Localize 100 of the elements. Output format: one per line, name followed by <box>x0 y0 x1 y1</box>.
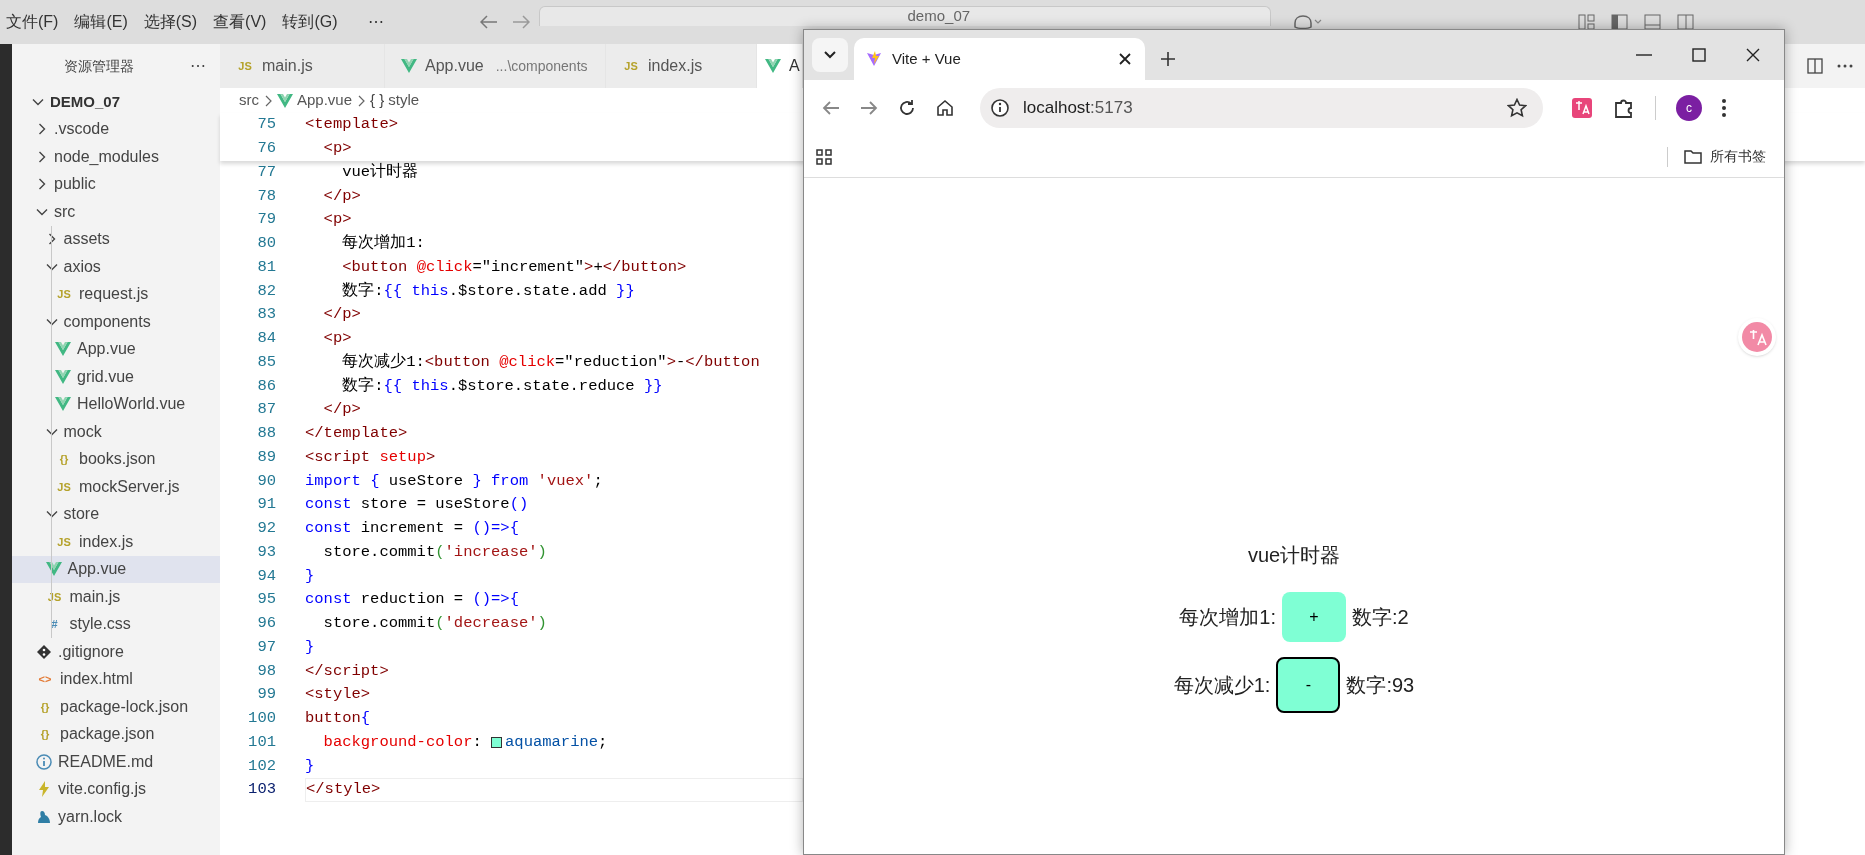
menu-item[interactable]: 选择(S) <box>137 10 204 34</box>
more-actions[interactable]: ⋯ <box>190 54 206 78</box>
counter-value: 数字:2 <box>1352 605 1409 630</box>
star-icon[interactable] <box>1507 98 1527 118</box>
chevron-right-icon <box>264 94 272 107</box>
tree-item[interactable]: yarn.lock <box>12 803 220 831</box>
editor-tab[interactable]: A <box>757 44 803 88</box>
line-number: 102 <box>247 755 276 777</box>
tree-item[interactable]: JS request.js <box>12 280 220 308</box>
secondary-sidebar-icon[interactable] <box>1676 14 1694 30</box>
apps-grid-icon[interactable] <box>816 148 832 165</box>
breadcrumb-item[interactable]: { } style <box>370 89 420 112</box>
profile-avatar[interactable]: c <box>1676 95 1702 121</box>
tree-item[interactable]: HelloWorld.vue <box>12 390 220 418</box>
tree-item[interactable]: components <box>12 308 220 336</box>
counter-button[interactable]: + <box>1282 592 1346 642</box>
line-number: 98 <box>256 660 276 682</box>
panel-toggle-icon[interactable] <box>1643 14 1661 30</box>
editor-tab[interactable]: JS index.js <box>606 44 757 88</box>
code-line: </p> <box>322 185 362 207</box>
menu-item[interactable]: 编辑(E) <box>68 10 134 34</box>
menu-icon[interactable] <box>1722 99 1726 117</box>
code-line: const increment = ()=>{ <box>305 518 520 539</box>
bookmark-folder[interactable]: 所有书签 <box>1684 146 1766 167</box>
forward-arrow-icon[interactable] <box>860 100 878 116</box>
browser-tab[interactable]: Vite + Vue <box>854 38 1145 80</box>
close-icon[interactable] <box>1746 48 1760 62</box>
more-icon[interactable] <box>1837 64 1853 68</box>
tree-item[interactable]: App.vue <box>12 555 220 583</box>
line-number: 101 <box>247 731 276 753</box>
search-text: demo_07 <box>907 7 971 25</box>
line-number: 103 <box>247 779 276 801</box>
tree-item[interactable]: # style.css <box>12 610 220 638</box>
line-number: 79 <box>256 209 276 231</box>
counter-value: 数字:93 <box>1346 673 1415 698</box>
info-icon[interactable] <box>990 98 1010 118</box>
vue-icon <box>55 368 71 385</box>
tree-item[interactable]: DEMO_07 <box>12 88 220 116</box>
split-editor-icon[interactable] <box>1807 58 1823 74</box>
tab-search-button[interactable] <box>812 38 848 72</box>
chevron-right-icon <box>36 123 48 136</box>
line-number: 87 <box>256 399 276 421</box>
js-file-icon: JS <box>55 478 73 495</box>
counter-label: 每次增加1: <box>1179 605 1276 630</box>
tree-item[interactable]: vite.config.js <box>12 775 220 803</box>
tree-item[interactable]: .gitignore <box>12 638 220 666</box>
vue-icon <box>55 341 71 358</box>
html-file-icon: <> <box>36 671 54 688</box>
tree-item[interactable]: {} package.json <box>12 720 220 748</box>
tree-item[interactable]: public <box>12 170 220 198</box>
chevron-right-icon <box>36 178 48 191</box>
code-line: const store = useStore() <box>305 494 530 516</box>
editor-tab[interactable]: App.vue ...\components <box>385 44 606 88</box>
tree-item[interactable]: node_modules <box>12 143 220 171</box>
json-file-icon: {} <box>36 698 54 715</box>
layout-icon[interactable] <box>1577 14 1595 30</box>
tree-item[interactable]: src <box>12 198 220 226</box>
tree-item[interactable]: {} package-lock.json <box>12 693 220 721</box>
tree-item[interactable]: grid.vue <box>12 363 220 391</box>
maximize-icon[interactable] <box>1692 48 1706 62</box>
back-arrow-icon[interactable] <box>822 100 840 116</box>
chevron-down-icon <box>824 51 836 59</box>
menu-item[interactable]: 文件(F) <box>0 10 65 34</box>
tree-item[interactable]: JS mockServer.js <box>12 473 220 501</box>
menu-item[interactable]: 转到(G) <box>276 10 344 34</box>
breadcrumb-item[interactable]: src <box>239 89 259 112</box>
sidebar-toggle-icon[interactable] <box>1610 14 1628 30</box>
sidebar-title: 资源管理器 <box>64 56 134 76</box>
breadcrumb-item[interactable]: App.vue <box>277 89 353 112</box>
counter-label: 每次减少1: <box>1173 673 1271 698</box>
menu-item[interactable]: ⋯ <box>361 10 390 34</box>
tree-item[interactable]: assets <box>12 225 220 253</box>
line-number: 97 <box>256 636 276 658</box>
new-tab-icon[interactable] <box>1161 52 1175 66</box>
json-file-icon: {} <box>55 451 73 468</box>
counter-button[interactable]: - <box>1276 657 1341 713</box>
code-line: <p> <box>322 209 353 231</box>
puzzle-icon[interactable] <box>1613 97 1635 119</box>
css-file-icon: # <box>45 616 64 633</box>
tree-item[interactable]: axios <box>12 253 220 281</box>
command-center-search[interactable]: demo_07 <box>538 6 1271 26</box>
home-icon[interactable] <box>936 99 954 117</box>
chevron-right-icon <box>357 94 366 107</box>
tree-item[interactable]: store <box>12 500 220 528</box>
tree-item[interactable]: <> index.html <box>12 665 220 693</box>
reload-icon[interactable] <box>898 99 916 117</box>
tree-item[interactable]: .vscode <box>12 115 220 143</box>
address-bar[interactable]: localhost:5173 <box>980 88 1543 128</box>
chevron-right-icon <box>36 150 48 163</box>
editor-tab[interactable]: JS main.js <box>220 44 385 88</box>
tree-item[interactable]: JS index.js <box>12 528 220 556</box>
tree-item[interactable]: App.vue <box>12 335 220 363</box>
tree-item[interactable]: README.md <box>12 748 220 776</box>
tree-item[interactable]: mock <box>12 418 220 446</box>
tree-item[interactable]: {} books.json <box>12 445 220 473</box>
vue-icon <box>401 58 417 74</box>
back-arrow-icon[interactable] <box>479 15 498 29</box>
menu-item[interactable]: 查看(V) <box>207 10 273 34</box>
code-line: <button @click="increment">+</button> <box>341 256 688 278</box>
translate-icon[interactable] <box>1571 97 1593 119</box>
